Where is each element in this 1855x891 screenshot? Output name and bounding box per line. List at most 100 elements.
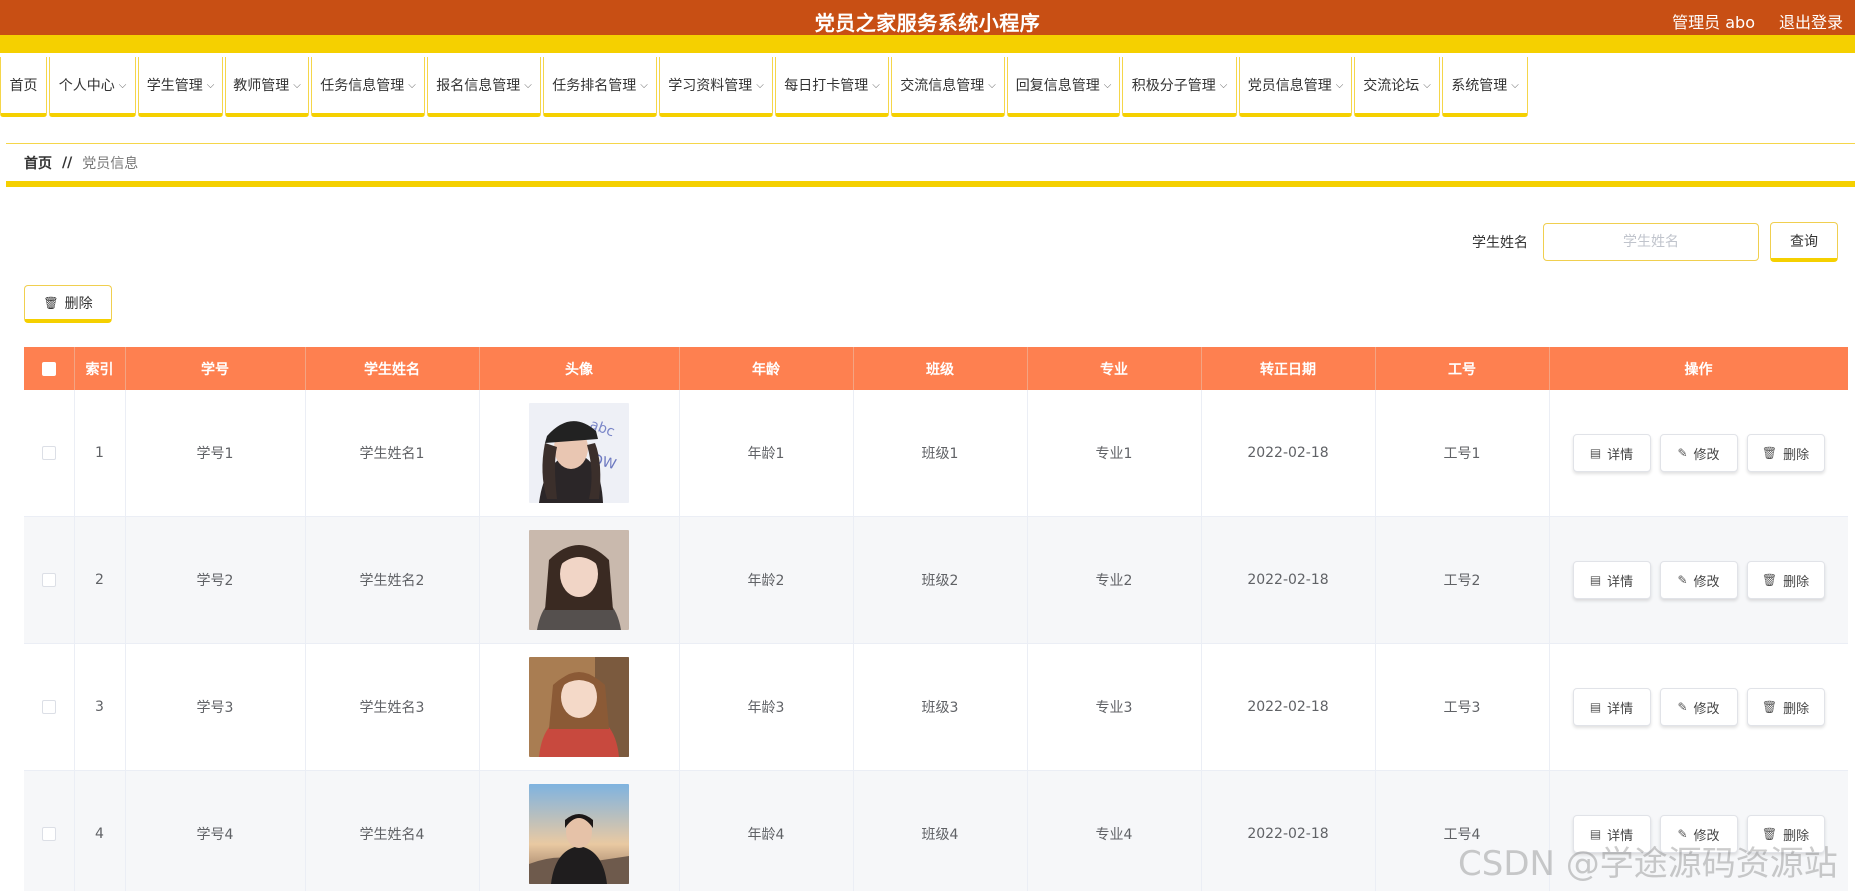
chevron-down-icon: ⌵ bbox=[1103, 79, 1112, 91]
nav-item-forum[interactable]: 交流论坛 ⌵ bbox=[1354, 57, 1440, 117]
nav-item-study-material-mgmt[interactable]: 学习资料管理 ⌵ bbox=[659, 57, 773, 117]
edit-button[interactable]: ✎ 修改 bbox=[1659, 688, 1738, 726]
cell-class: 班级1 bbox=[853, 390, 1028, 517]
avatar[interactable] bbox=[529, 784, 629, 884]
chevron-down-icon: ⌵ bbox=[524, 79, 532, 91]
search-label: 学生姓名 bbox=[1472, 235, 1528, 251]
edit-button[interactable]: ✎ 修改 bbox=[1659, 434, 1738, 472]
cell-major: 专业2 bbox=[1027, 516, 1202, 644]
cell-avatar bbox=[479, 643, 680, 771]
top-nav: 首页 个人中心 ⌵ 学生管理 ⌵ 教师管理 ⌵ 任务信息管理 ⌵ 报名信息管理 ⌵ 任务排… bbox=[0, 57, 1530, 121]
avatar[interactable]: abc DW bbox=[529, 403, 629, 503]
breadcrumb-home[interactable]: 首页 bbox=[24, 153, 52, 173]
cell-date: 2022-02-18 bbox=[1201, 770, 1376, 891]
chevron-down-icon: ⌵ bbox=[206, 79, 215, 91]
select-all-checkbox[interactable] bbox=[24, 347, 75, 390]
breadcrumb: 首页 // 党员信息 bbox=[6, 143, 1855, 187]
nav-item-task-ranking-mgmt[interactable]: 任务排名管理 ⌵ bbox=[543, 57, 657, 117]
cell-job-no: 工号3 bbox=[1375, 643, 1550, 771]
chevron-down-icon: ⌵ bbox=[118, 79, 127, 91]
query-button[interactable]: 查询 bbox=[1770, 222, 1838, 262]
cell-class: 班级4 bbox=[853, 770, 1028, 891]
delete-button[interactable]: 🗑 删除 bbox=[1746, 434, 1825, 472]
trash-icon: 🗑 bbox=[43, 295, 59, 310]
detail-button[interactable]: ▤ 详情 bbox=[1572, 434, 1651, 472]
party-member-table: 索引 学号 学生姓名 头像 年龄 班级 专业 转正日期 工号 操作 1 学号1 … bbox=[24, 347, 1848, 891]
cell-name: 学生姓名2 bbox=[305, 516, 480, 644]
nav-item-task-info-mgmt[interactable]: 任务信息管理 ⌵ bbox=[311, 57, 425, 117]
column-header: 工号 bbox=[1375, 347, 1550, 390]
avatar[interactable] bbox=[529, 657, 629, 757]
pencil-icon: ✎ bbox=[1677, 700, 1688, 714]
column-header: 学号 bbox=[125, 347, 306, 390]
row-checkbox[interactable] bbox=[24, 516, 75, 644]
cell-student-no: 学号4 bbox=[125, 770, 306, 891]
nav-item-daily-checkin-mgmt[interactable]: 每日打卡管理 ⌵ bbox=[775, 57, 889, 117]
chevron-down-icon: ⌵ bbox=[293, 79, 301, 91]
delete-button[interactable]: 🗑 删除 bbox=[1746, 561, 1825, 599]
cell-avatar: abc DW bbox=[479, 390, 680, 517]
cell-job-no: 工号2 bbox=[1375, 516, 1550, 644]
cell-student-no: 学号2 bbox=[125, 516, 306, 644]
nav-item-reply-info-mgmt[interactable]: 回复信息管理 ⌵ bbox=[1007, 57, 1120, 117]
chevron-down-icon: ⌵ bbox=[756, 79, 764, 91]
nav-item-signup-info-mgmt[interactable]: 报名信息管理 ⌵ bbox=[427, 57, 541, 117]
nav-item-party-member-mgmt[interactable]: 党员信息管理 ⌵ bbox=[1239, 57, 1352, 117]
cell-date: 2022-02-18 bbox=[1201, 390, 1376, 517]
nav-item-activist-mgmt[interactable]: 积极分子管理 ⌵ bbox=[1122, 57, 1237, 117]
trash-icon: 🗑 bbox=[1761, 573, 1778, 587]
nav-item-personal-center[interactable]: 个人中心 ⌵ bbox=[49, 57, 136, 117]
detail-button[interactable]: ▤ 详情 bbox=[1572, 561, 1651, 599]
pencil-icon: ✎ bbox=[1677, 573, 1688, 587]
chevron-down-icon: ⌵ bbox=[988, 79, 996, 91]
cell-index: 1 bbox=[74, 390, 126, 517]
cell-age: 年龄2 bbox=[679, 516, 854, 644]
breadcrumb-current: 党员信息 bbox=[82, 155, 139, 172]
column-header: 索引 bbox=[74, 347, 126, 390]
watermark: CSDN @学途源码资源站 bbox=[1458, 844, 1838, 884]
edit-button[interactable]: ✎ 修改 bbox=[1659, 561, 1738, 599]
row-checkbox[interactable] bbox=[24, 390, 75, 517]
nav-item-student-mgmt[interactable]: 学生管理 ⌵ bbox=[138, 57, 223, 117]
nav-item-home[interactable]: 首页 bbox=[0, 57, 47, 117]
avatar[interactable] bbox=[529, 530, 629, 630]
column-header: 学生姓名 bbox=[305, 347, 480, 390]
cell-index: 4 bbox=[74, 770, 126, 891]
cell-age: 年龄1 bbox=[679, 390, 854, 517]
cell-age: 年龄4 bbox=[679, 770, 854, 891]
cell-major: 专业4 bbox=[1027, 770, 1202, 891]
row-checkbox[interactable] bbox=[24, 770, 75, 891]
nav-item-system-mgmt[interactable]: 系统管理 ⌵ bbox=[1442, 57, 1528, 117]
cell-date: 2022-02-18 bbox=[1201, 516, 1376, 644]
detail-button[interactable]: ▤ 详情 bbox=[1572, 688, 1651, 726]
table-row: 2 学号2 学生姓名2 年龄2 班级2 专业2 2022-02-18 工号2 ▤… bbox=[24, 516, 1848, 644]
cell-age: 年龄3 bbox=[679, 643, 854, 771]
pencil-icon: ✎ bbox=[1677, 446, 1688, 460]
nav-item-teacher-mgmt[interactable]: 教师管理 ⌵ bbox=[225, 57, 309, 117]
student-name-search-input[interactable] bbox=[1543, 223, 1759, 261]
column-header: 班级 bbox=[853, 347, 1028, 390]
table-row: 1 学号1 学生姓名1 abc DW 年龄1 班级1 专业1 2022-02-1… bbox=[24, 390, 1848, 517]
chevron-down-icon: ⌵ bbox=[1219, 79, 1228, 91]
cell-name: 学生姓名1 bbox=[305, 390, 480, 517]
table-row: 3 学号3 学生姓名3 年龄3 班级3 专业3 2022-02-18 工号3 ▤… bbox=[24, 643, 1848, 771]
row-checkbox[interactable] bbox=[24, 643, 75, 771]
batch-delete-label: 删除 bbox=[64, 295, 93, 312]
cell-actions: ▤ 详情 ✎ 修改 🗑 删除 bbox=[1549, 390, 1848, 517]
table-header-row: 索引 学号 学生姓名 头像 年龄 班级 专业 转正日期 工号 操作 bbox=[24, 347, 1848, 390]
column-header: 头像 bbox=[479, 347, 680, 390]
document-icon: ▤ bbox=[1589, 700, 1602, 714]
cell-name: 学生姓名4 bbox=[305, 770, 480, 891]
trash-icon: 🗑 bbox=[1761, 446, 1778, 460]
cell-student-no: 学号3 bbox=[125, 643, 306, 771]
chevron-down-icon: ⌵ bbox=[640, 79, 648, 91]
document-icon: ▤ bbox=[1589, 573, 1602, 587]
batch-delete-button[interactable]: 🗑 删除 bbox=[24, 285, 112, 323]
breadcrumb-separator: // bbox=[62, 154, 73, 171]
nav-item-exchange-info-mgmt[interactable]: 交流信息管理 ⌵ bbox=[891, 57, 1005, 117]
delete-button[interactable]: 🗑 删除 bbox=[1746, 688, 1825, 726]
cell-class: 班级3 bbox=[853, 643, 1028, 771]
chevron-down-icon: ⌵ bbox=[1335, 79, 1344, 91]
cell-actions: ▤ 详情 ✎ 修改 🗑 删除 bbox=[1549, 643, 1848, 771]
document-icon: ▤ bbox=[1589, 446, 1602, 460]
